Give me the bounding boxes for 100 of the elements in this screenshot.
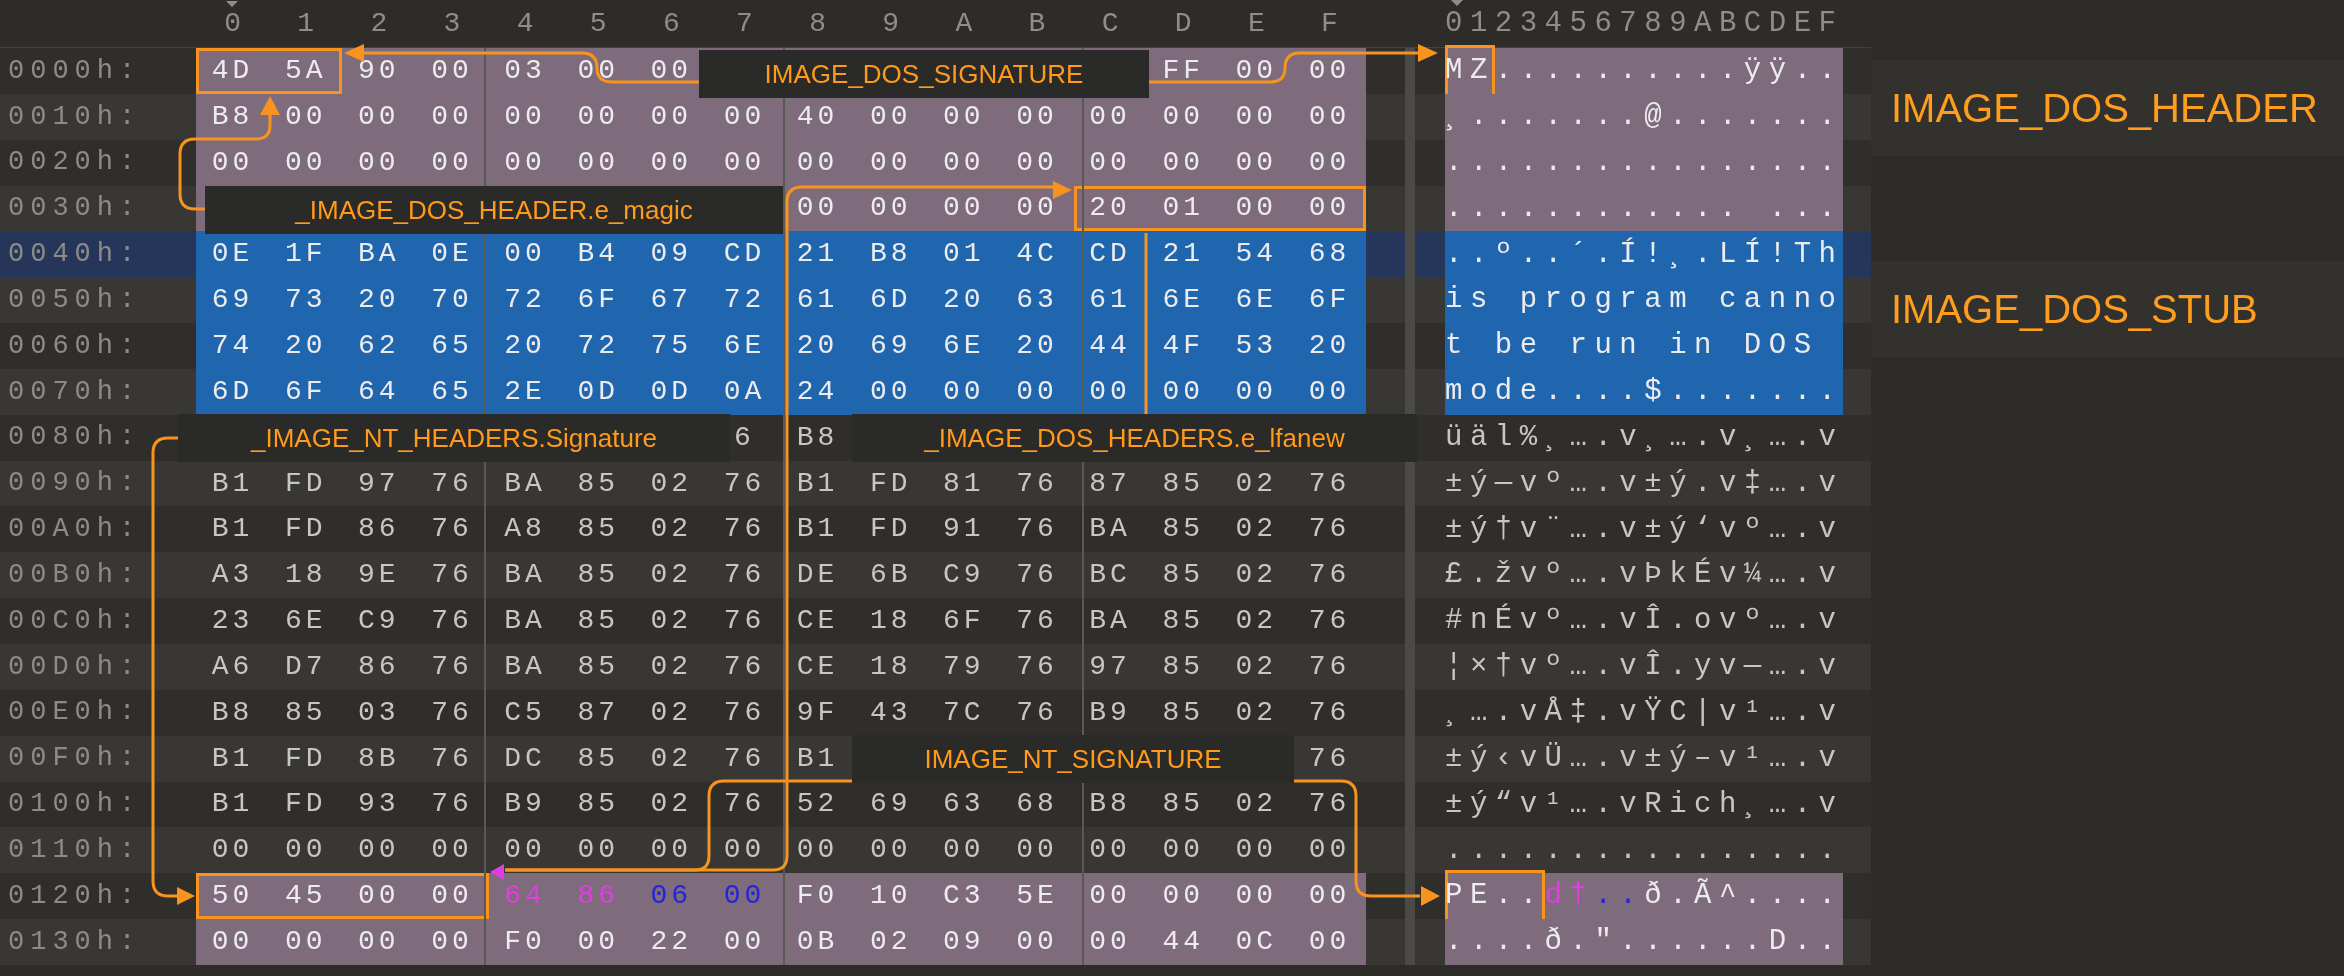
ascii-text: ..........ÿÿ.. bbox=[1494, 53, 1844, 90]
hex-byte: 7C bbox=[942, 695, 986, 730]
ascii-text: #nÉvº….vÎ.ovº….v bbox=[1445, 602, 1844, 640]
hex-byte: 76 bbox=[430, 695, 474, 730]
hex-byte: 85 bbox=[576, 558, 620, 593]
hex-byte: 72 bbox=[503, 283, 547, 318]
annotation-label: _IMAGE_DOS_HEADER.e_magic bbox=[205, 186, 783, 234]
hex-byte: 00 bbox=[722, 924, 767, 959]
hex-byte: 00 bbox=[210, 924, 255, 959]
hex-byte: 76 bbox=[722, 741, 767, 776]
hex-byte: C9 bbox=[357, 604, 401, 639]
hex-byte: 68 bbox=[1307, 237, 1352, 272]
hex-byte: 6F bbox=[942, 604, 986, 639]
hex-byte: 76 bbox=[1307, 787, 1352, 822]
hex-byte: 00 bbox=[868, 833, 913, 868]
hex-byte: 45 bbox=[283, 879, 328, 914]
hex-byte: A8 bbox=[503, 512, 547, 547]
hex-byte: 76 bbox=[1307, 741, 1352, 776]
hex-byte: 0E bbox=[210, 237, 255, 272]
hex-byte: 00 bbox=[1088, 374, 1132, 409]
hex-byte: 00 bbox=[357, 879, 401, 914]
hex-byte: 20 bbox=[942, 283, 986, 318]
hex-byte: 00 bbox=[503, 99, 547, 134]
hex-byte: 5A bbox=[283, 53, 328, 88]
hex-byte: BA bbox=[503, 466, 547, 501]
hex-byte: 85 bbox=[1161, 695, 1205, 730]
hex-byte: 76 bbox=[1015, 558, 1059, 593]
hex-byte: 00 bbox=[868, 374, 913, 409]
hex-byte: 00 bbox=[430, 924, 474, 959]
hex-byte: 76 bbox=[1015, 512, 1059, 547]
hex-byte: 76 bbox=[722, 787, 767, 822]
hex-byte: 00 bbox=[795, 191, 840, 226]
hex-byte: 85 bbox=[1161, 558, 1205, 593]
hex-byte: 85 bbox=[1161, 649, 1205, 684]
hex-byte: 72 bbox=[576, 329, 620, 363]
hex-byte: 6B bbox=[868, 558, 913, 593]
hex-byte: B8 bbox=[210, 99, 255, 134]
row-offset: 0070h: bbox=[7, 375, 143, 409]
hex-byte: FD bbox=[868, 512, 913, 547]
hex-byte: 20 bbox=[357, 283, 401, 318]
hex-byte: 50 bbox=[210, 879, 255, 914]
hex-byte: 03 bbox=[357, 695, 401, 730]
hex-byte: 00 bbox=[1088, 145, 1132, 180]
hex-byte: 76 bbox=[1015, 466, 1059, 501]
hex-byte: 0E bbox=[430, 237, 474, 272]
ascii-text: .. bbox=[1594, 878, 1645, 915]
hex-byte: 00 bbox=[1307, 99, 1352, 134]
hex-byte: 00 bbox=[1307, 191, 1352, 226]
hex-byte: 85 bbox=[576, 787, 620, 822]
hex-byte: 93 bbox=[357, 787, 401, 822]
column-header: 7 bbox=[736, 7, 753, 39]
hex-byte: F0 bbox=[503, 924, 547, 959]
column-header: 2 bbox=[370, 7, 388, 39]
hex-byte: 63 bbox=[1015, 283, 1059, 318]
hex-byte: 02 bbox=[1234, 604, 1279, 639]
column-header: 6 bbox=[662, 7, 680, 39]
annotation-label: IMAGE_NT_SIGNATURE bbox=[852, 735, 1294, 783]
hex-byte: 02 bbox=[1234, 466, 1279, 501]
hex-byte: 00 bbox=[210, 833, 255, 868]
hex-byte: 00 bbox=[1015, 833, 1059, 868]
hex-byte: 4F bbox=[1161, 329, 1205, 363]
hex-byte: 00 bbox=[722, 879, 767, 914]
hex-byte: 6F bbox=[1307, 283, 1352, 318]
column-header: C bbox=[1101, 7, 1119, 39]
hex-byte: 74 bbox=[210, 329, 255, 363]
hex-byte: 65 bbox=[430, 374, 474, 409]
hex-byte: B1 bbox=[795, 466, 840, 501]
hex-byte: 76 bbox=[722, 695, 767, 730]
hex-byte: 00 bbox=[868, 99, 913, 134]
hex-byte: 00 bbox=[1307, 833, 1352, 868]
hex-byte: 53 bbox=[1234, 329, 1279, 363]
hex-byte: 86 bbox=[576, 879, 620, 914]
hex-byte: 76 bbox=[722, 604, 767, 639]
hex-byte: 00 bbox=[1234, 374, 1279, 409]
hex-byte: 20 bbox=[1307, 329, 1352, 363]
hex-byte: 00 bbox=[430, 145, 474, 180]
hex-byte: 4C bbox=[1015, 237, 1059, 272]
hex-byte: 00 bbox=[283, 99, 328, 134]
hex-byte: 00 bbox=[503, 833, 547, 868]
row-offset: 0050h: bbox=[7, 283, 143, 317]
hex-byte: B4 bbox=[576, 237, 620, 272]
hex-byte: 76 bbox=[1015, 695, 1059, 730]
hex-byte: 69 bbox=[210, 283, 255, 318]
hex-byte: 76 bbox=[1307, 695, 1352, 730]
pane-splitter[interactable] bbox=[1405, 48, 1415, 965]
hex-byte: 01 bbox=[942, 237, 986, 272]
hex-byte: 81 bbox=[942, 466, 986, 501]
hex-byte: 43 bbox=[868, 695, 913, 730]
hex-byte: 68 bbox=[1015, 787, 1059, 822]
row-offset: 0080h: bbox=[7, 421, 143, 455]
hex-byte: 02 bbox=[649, 558, 694, 593]
hex-byte: FF bbox=[1161, 53, 1205, 88]
hex-byte: 62 bbox=[357, 329, 401, 363]
hex-byte: 87 bbox=[1088, 466, 1132, 501]
hex-byte: 00 bbox=[722, 833, 767, 868]
caret-icon bbox=[226, 0, 238, 7]
hex-byte: 85 bbox=[1161, 466, 1205, 501]
annotation-label: IMAGE_DOS_SIGNATURE bbox=[699, 50, 1149, 98]
row-offset: 0100h: bbox=[7, 788, 143, 822]
hex-byte: 00 bbox=[868, 191, 913, 226]
